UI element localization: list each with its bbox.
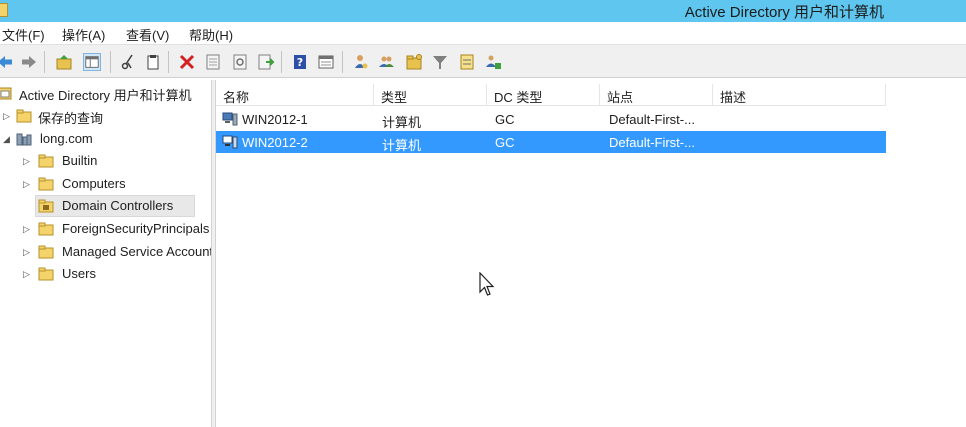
tree-item-foreign-security-principals[interactable]: ▷ ForeignSecurityPrincipals bbox=[0, 218, 211, 240]
menu-help[interactable]: 帮助(H) bbox=[189, 25, 233, 44]
tree-item-label: Domain Controllers bbox=[62, 198, 174, 213]
forward-arrow-icon[interactable] bbox=[20, 53, 38, 71]
cell-name: WIN2012-1 bbox=[242, 112, 308, 127]
cell-dc-type: GC bbox=[495, 135, 515, 150]
up-folder-icon[interactable] bbox=[55, 53, 73, 71]
tree-item-builtin[interactable]: ▷ Builtin bbox=[0, 150, 211, 172]
menu-file[interactable]: 文件(F) bbox=[2, 25, 45, 44]
folder-icon[interactable] bbox=[405, 53, 423, 71]
cut-icon[interactable] bbox=[119, 53, 137, 71]
column-header-site[interactable]: 站点 bbox=[600, 84, 713, 106]
expand-arrow-icon[interactable]: ▷ bbox=[23, 246, 33, 258]
table-row[interactable]: WIN2012-2 计算机 GC Default-First-... bbox=[216, 131, 886, 153]
folder-icon bbox=[38, 245, 54, 259]
cell-site: Default-First-... bbox=[609, 112, 695, 127]
show-pane-icon[interactable] bbox=[83, 53, 101, 71]
column-header-dc-type[interactable]: DC 类型 bbox=[487, 84, 600, 106]
column-header-description[interactable]: 描述 bbox=[713, 84, 886, 106]
folder-icon bbox=[16, 109, 32, 123]
toolbar: ? bbox=[0, 44, 966, 78]
menu-action[interactable]: 操作(A) bbox=[62, 25, 105, 44]
tree-item-label: ForeignSecurityPrincipals bbox=[62, 221, 210, 236]
tree-root-label: Active Directory 用户和计算机 bbox=[19, 88, 192, 103]
toolbar-separator bbox=[110, 51, 111, 73]
folder-icon bbox=[38, 222, 54, 236]
filter-icon[interactable] bbox=[431, 53, 449, 71]
cell-name: WIN2012-2 bbox=[242, 135, 308, 150]
list-header: 名称 类型 DC 类型 站点 描述 bbox=[216, 84, 886, 106]
tree-item-label: long.com bbox=[40, 131, 93, 146]
cell-dc-type: GC bbox=[495, 112, 515, 127]
copy-icon[interactable] bbox=[144, 53, 162, 71]
tree-item-saved-queries[interactable]: ▷ 保存的查询 bbox=[0, 105, 211, 127]
mouse-cursor-icon bbox=[479, 272, 495, 296]
console-tree[interactable]: Active Directory 用户和计算机 ▷ 保存的查询 ◢ long.c… bbox=[0, 80, 211, 427]
view-icon[interactable] bbox=[317, 53, 335, 71]
help-icon[interactable]: ? bbox=[291, 53, 309, 71]
tree-item-domain-controllers[interactable]: Domain Controllers bbox=[0, 195, 211, 217]
tree-item-label: Builtin bbox=[62, 153, 98, 168]
toolbar-separator bbox=[44, 51, 45, 73]
tree-item-users[interactable]: ▷ Users bbox=[0, 263, 211, 285]
details-list[interactable]: 名称 类型 DC 类型 站点 描述 WIN2012-1 计算机 GC Defau… bbox=[216, 80, 966, 427]
expand-arrow-icon[interactable]: ▷ bbox=[23, 155, 33, 167]
title-bar: Active Directory 用户和计算机 bbox=[0, 0, 966, 22]
computer-icon bbox=[222, 112, 238, 126]
tree-item-label: Computers bbox=[62, 176, 126, 191]
back-arrow-icon[interactable] bbox=[0, 53, 14, 71]
domain-icon bbox=[16, 133, 32, 146]
expand-arrow-icon[interactable]: ▷ bbox=[23, 223, 33, 235]
toolbar-separator bbox=[342, 51, 343, 73]
collapse-arrow-icon[interactable]: ◢ bbox=[3, 133, 13, 145]
toolbar-separator bbox=[168, 51, 169, 73]
window-title: Active Directory 用户和计算机 bbox=[684, 4, 884, 21]
table-row[interactable]: WIN2012-1 计算机 GC Default-First-... bbox=[216, 108, 886, 130]
cell-type: 计算机 bbox=[382, 115, 422, 130]
column-header-type[interactable]: 类型 bbox=[374, 84, 487, 106]
cell-site: Default-First-... bbox=[609, 135, 695, 150]
delete-icon[interactable] bbox=[178, 53, 196, 71]
toolbar-separator bbox=[281, 51, 282, 73]
column-header-name[interactable]: 名称 bbox=[216, 84, 374, 106]
menu-view[interactable]: 查看(V) bbox=[126, 25, 169, 44]
expand-arrow-icon[interactable]: ▷ bbox=[23, 268, 33, 280]
user-icon[interactable] bbox=[352, 53, 370, 71]
expand-arrow-icon[interactable]: ▷ bbox=[23, 178, 33, 190]
app-icon[interactable] bbox=[0, 3, 8, 17]
cell-type: 计算机 bbox=[382, 138, 422, 153]
computer-icon bbox=[222, 135, 238, 149]
ad-root-icon bbox=[0, 87, 12, 100]
delegate-icon[interactable] bbox=[484, 53, 502, 71]
tree-item-label: 保存的查询 bbox=[38, 111, 104, 126]
tree-root[interactable]: Active Directory 用户和计算机 bbox=[0, 82, 211, 104]
refresh-icon[interactable] bbox=[231, 53, 249, 71]
tree-item-label: Managed Service Accounts bbox=[62, 244, 211, 259]
tree-item-computers[interactable]: ▷ Computers bbox=[0, 173, 211, 195]
svg-text:?: ? bbox=[297, 56, 303, 69]
folder-icon bbox=[38, 154, 54, 168]
tree-item-managed-service-accounts[interactable]: ▷ Managed Service Accounts bbox=[0, 241, 211, 263]
ou-folder-icon bbox=[38, 199, 54, 213]
tree-item-domain[interactable]: ◢ long.com bbox=[0, 128, 211, 150]
folder-icon bbox=[38, 267, 54, 281]
group-icon[interactable] bbox=[378, 53, 396, 71]
query-icon[interactable] bbox=[458, 53, 476, 71]
tree-item-label: Users bbox=[62, 266, 96, 281]
properties-icon[interactable] bbox=[204, 53, 222, 71]
menu-bar: 文件(F) 操作(A) 查看(V) 帮助(H) bbox=[0, 22, 966, 44]
folder-icon bbox=[38, 177, 54, 191]
expand-arrow-icon[interactable]: ▷ bbox=[3, 110, 13, 122]
export-icon[interactable] bbox=[257, 53, 275, 71]
